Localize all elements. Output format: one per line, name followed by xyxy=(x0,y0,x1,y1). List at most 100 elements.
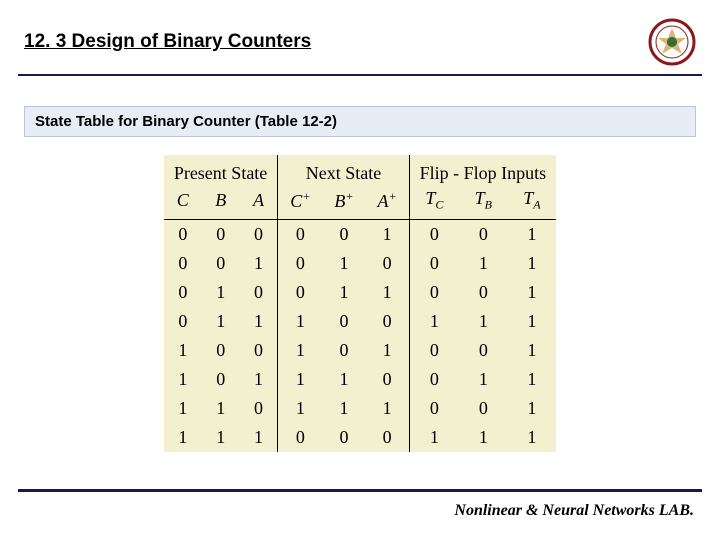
subtitle-box: State Table for Binary Counter (Table 12… xyxy=(24,106,696,137)
table-cell: 0 xyxy=(164,278,202,307)
group-header-row: Present State Next State Flip - Flop Inp… xyxy=(164,155,556,186)
table-cell: 1 xyxy=(459,307,508,336)
table-row: 000001001 xyxy=(164,219,556,249)
table-cell: 1 xyxy=(278,336,323,365)
group-ff: Flip - Flop Inputs xyxy=(409,155,556,186)
table-cell: 0 xyxy=(459,278,508,307)
table-cell: 0 xyxy=(202,336,240,365)
table-cell: 0 xyxy=(240,278,278,307)
table-cell: 1 xyxy=(459,423,508,452)
table-cell: 1 xyxy=(202,423,240,452)
table-cell: 0 xyxy=(322,423,365,452)
table-cell: 1 xyxy=(508,249,557,278)
table-cell: 1 xyxy=(322,394,365,423)
table-cell: 0 xyxy=(409,249,459,278)
table-row: 101110011 xyxy=(164,365,556,394)
table-cell: 1 xyxy=(278,365,323,394)
table-cell: 0 xyxy=(322,307,365,336)
group-next: Next State xyxy=(278,155,409,186)
group-present: Present State xyxy=(164,155,278,186)
table-cell: 1 xyxy=(278,394,323,423)
table-cell: 0 xyxy=(409,278,459,307)
table-cell: 1 xyxy=(366,336,410,365)
university-seal-icon xyxy=(648,18,696,66)
table-cell: 1 xyxy=(164,336,202,365)
table-cell: 0 xyxy=(202,365,240,394)
table-cell: 0 xyxy=(240,219,278,249)
table-row: 111000111 xyxy=(164,423,556,452)
table-row: 011100111 xyxy=(164,307,556,336)
table-row: 010011001 xyxy=(164,278,556,307)
table-cell: 1 xyxy=(322,249,365,278)
table-cell: 1 xyxy=(508,307,557,336)
table-cell: 0 xyxy=(164,307,202,336)
col-TA: TA xyxy=(508,186,557,219)
table-cell: 1 xyxy=(322,365,365,394)
table-row: 110111001 xyxy=(164,394,556,423)
footer-divider xyxy=(18,489,702,492)
table-cell: 1 xyxy=(164,394,202,423)
col-B: B xyxy=(202,186,240,219)
table-cell: 1 xyxy=(278,307,323,336)
table-cell: 1 xyxy=(508,219,557,249)
table-cell: 0 xyxy=(202,219,240,249)
col-TB: TB xyxy=(459,186,508,219)
state-table-wrap: Present State Next State Flip - Flop Inp… xyxy=(0,155,720,452)
table-cell: 0 xyxy=(240,394,278,423)
col-Aplus: A+ xyxy=(366,186,410,219)
table-cell: 1 xyxy=(508,336,557,365)
table-cell: 1 xyxy=(240,249,278,278)
table-cell: 0 xyxy=(240,336,278,365)
table-cell: 0 xyxy=(322,336,365,365)
table-cell: 1 xyxy=(202,307,240,336)
table-body: 0000010010010100110100110010111001111001… xyxy=(164,219,556,452)
footer-label: Nonlinear & Neural Networks LAB. xyxy=(454,502,694,520)
table-cell: 1 xyxy=(459,365,508,394)
table-cell: 0 xyxy=(459,336,508,365)
col-Bplus: B+ xyxy=(322,186,365,219)
table-cell: 1 xyxy=(322,278,365,307)
col-Cplus: C+ xyxy=(278,186,323,219)
col-C: C xyxy=(164,186,202,219)
table-cell: 0 xyxy=(278,219,323,249)
table-cell: 1 xyxy=(164,423,202,452)
table-cell: 0 xyxy=(278,423,323,452)
table-cell: 0 xyxy=(409,394,459,423)
table-cell: 1 xyxy=(240,307,278,336)
col-A: A xyxy=(240,186,278,219)
table-cell: 1 xyxy=(508,365,557,394)
table-cell: 0 xyxy=(366,307,410,336)
table-cell: 0 xyxy=(278,249,323,278)
table-cell: 0 xyxy=(459,394,508,423)
table-cell: 1 xyxy=(459,249,508,278)
table-cell: 0 xyxy=(164,249,202,278)
header-divider xyxy=(18,74,702,76)
table-cell: 0 xyxy=(164,219,202,249)
table-cell: 0 xyxy=(366,423,410,452)
table-cell: 0 xyxy=(409,365,459,394)
table-cell: 0 xyxy=(366,365,410,394)
table-cell: 1 xyxy=(366,278,410,307)
page-title: 12. 3 Design of Binary Counters xyxy=(24,31,311,53)
table-cell: 1 xyxy=(508,278,557,307)
col-header-row: C B A C+ B+ A+ TC TB TA xyxy=(164,186,556,219)
table-cell: 1 xyxy=(366,219,410,249)
table-cell: 0 xyxy=(366,249,410,278)
table-cell: 0 xyxy=(409,219,459,249)
table-row: 100101001 xyxy=(164,336,556,365)
table-cell: 1 xyxy=(508,394,557,423)
table-cell: 1 xyxy=(366,394,410,423)
table-cell: 0 xyxy=(459,219,508,249)
table-cell: 1 xyxy=(202,394,240,423)
table-cell: 1 xyxy=(164,365,202,394)
table-cell: 1 xyxy=(409,423,459,452)
table-cell: 0 xyxy=(322,219,365,249)
table-cell: 0 xyxy=(202,249,240,278)
table-cell: 1 xyxy=(240,423,278,452)
table-cell: 1 xyxy=(240,365,278,394)
state-table: Present State Next State Flip - Flop Inp… xyxy=(164,155,556,452)
col-TC: TC xyxy=(409,186,459,219)
table-cell: 1 xyxy=(409,307,459,336)
table-cell: 1 xyxy=(202,278,240,307)
table-row: 001010011 xyxy=(164,249,556,278)
